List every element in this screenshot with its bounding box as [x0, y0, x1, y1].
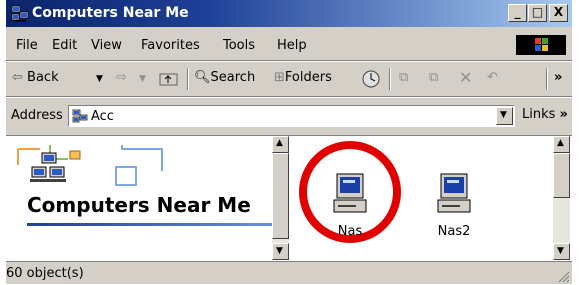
up-folder-button[interactable] [158, 68, 180, 92]
minimize-button[interactable]: _ [508, 4, 527, 22]
menu-edit[interactable]: Edit [52, 38, 77, 53]
file-list-pane: Nas Nas2 [291, 136, 553, 260]
title-underline [27, 223, 272, 226]
toolbar-separator [187, 68, 189, 90]
address-bar: Address Acc ▼ Links » [6, 102, 572, 128]
address-input[interactable]: Acc ▼ [68, 105, 515, 127]
folders-label: Folders [284, 70, 332, 85]
address-value: Acc [91, 109, 114, 124]
status-bar: 60 object(s) [6, 261, 572, 285]
network-computers-icon [72, 109, 88, 123]
item-label: Nas2 [437, 224, 471, 239]
menu-bar: File Edit View Favorites Tools Help [6, 33, 572, 57]
content-area: Computers Near Me ▲ ▼ Nas Nas2 ▲ ▼ [6, 135, 572, 261]
scroll-thumb[interactable] [553, 153, 570, 198]
scroll-thumb[interactable] [272, 153, 289, 239]
links-button[interactable]: Links » [522, 107, 568, 122]
folders-icon: ⊞ [274, 70, 285, 85]
chevron-down-icon: ▼ [500, 110, 507, 120]
back-button[interactable]: ⇦ Back [12, 70, 59, 85]
network-computers-icon [11, 5, 29, 22]
menu-tools[interactable]: Tools [223, 38, 255, 53]
scroll-up-icon: ▲ [557, 138, 564, 148]
search-label: Search [210, 70, 256, 85]
search-button[interactable]: 🔍︎Search [194, 70, 255, 85]
forward-dropdown-icon[interactable]: ▼ [139, 74, 146, 84]
search-icon: 🔍︎ [194, 70, 211, 85]
close-button[interactable]: X [549, 4, 568, 22]
back-arrow-icon: ⇦ [12, 70, 23, 85]
maximize-button[interactable]: □ [528, 4, 547, 22]
menu-favorites[interactable]: Favorites [141, 38, 200, 53]
menu-file[interactable]: File [16, 38, 38, 53]
links-overflow: » [559, 107, 568, 122]
title-bar[interactable]: Computers Near Me _ □ X [6, 0, 572, 27]
left-info-pane: Computers Near Me [6, 136, 272, 260]
window-title: Computers Near Me [32, 5, 189, 21]
links-label: Links [522, 107, 556, 122]
computer-icon [437, 173, 471, 213]
computers-near-me-banner-icon [17, 145, 163, 186]
move-to-icon[interactable]: ⧉ [399, 70, 408, 85]
address-label: Address [11, 108, 63, 123]
copy-to-icon[interactable]: ⧉ [429, 70, 438, 85]
status-object-count: 60 object(s) [6, 266, 84, 281]
forward-arrow-icon[interactable]: ⇨ [116, 70, 127, 85]
toolbar-separator [546, 68, 548, 90]
windows-logo-icon [516, 35, 566, 55]
folders-button[interactable]: ⊞Folders [274, 70, 332, 85]
menu-separator [6, 60, 572, 62]
computer-icon [333, 173, 367, 213]
menu-view[interactable]: View [91, 38, 122, 53]
menu-help[interactable]: Help [277, 38, 307, 53]
toolbar-separator-line [6, 96, 572, 98]
scroll-up-button[interactable]: ▲ [553, 136, 570, 153]
address-dropdown-button[interactable]: ▼ [496, 107, 513, 125]
up-folder-icon [159, 73, 178, 86]
undo-icon[interactable]: ↶ [487, 70, 498, 85]
left-pane-scrollbar[interactable]: ▲ ▼ [272, 136, 289, 260]
history-icon [362, 70, 380, 88]
explorer-window: Computers Near Me _ □ X File Edit View F… [6, 0, 572, 284]
back-dropdown-icon[interactable]: ▼ [96, 74, 103, 84]
scroll-down-button[interactable]: ▼ [272, 243, 289, 260]
toolbar-separator [389, 68, 391, 90]
left-pane-title: Computers Near Me [27, 193, 251, 217]
history-button[interactable] [361, 69, 381, 93]
back-label: Back [27, 70, 59, 85]
scroll-down-icon: ▼ [557, 246, 564, 256]
toolbar-overflow-button[interactable]: » [554, 70, 562, 85]
scroll-up-button[interactable]: ▲ [272, 136, 289, 153]
scroll-down-icon: ▼ [276, 246, 283, 256]
scroll-down-button[interactable]: ▼ [553, 243, 570, 260]
scroll-up-icon: ▲ [276, 138, 283, 148]
file-list-scrollbar[interactable]: ▲ ▼ [553, 136, 570, 260]
item-label: Nas [337, 224, 363, 239]
toolbar: ⇦ Back ▼ ⇨ ▼ 🔍︎Search ⊞Folders ⧉ ⧉ ✕ ↶ » [6, 64, 572, 94]
delete-icon[interactable]: ✕ [459, 68, 472, 87]
resize-grip-icon[interactable] [558, 271, 570, 283]
